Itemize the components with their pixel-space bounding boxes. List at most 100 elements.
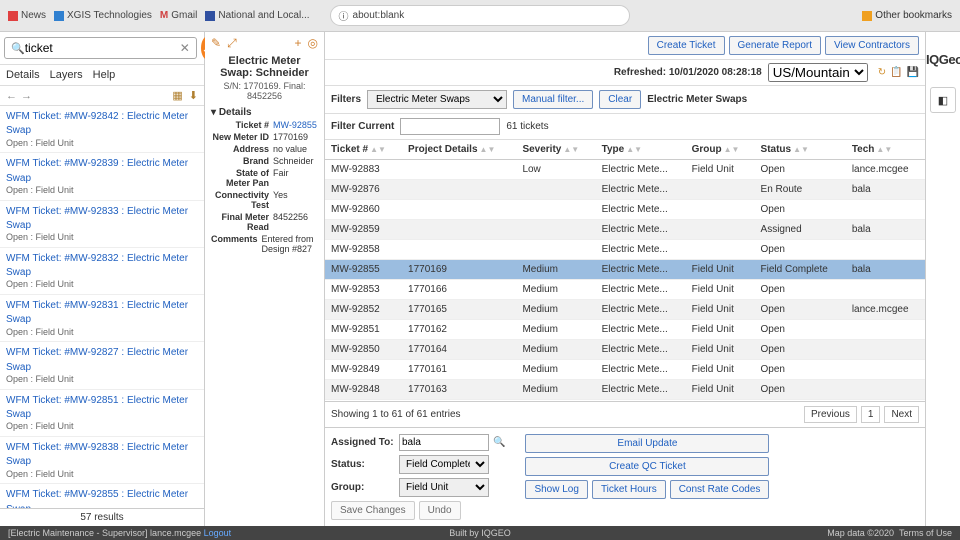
save-icon[interactable]: 💾	[907, 67, 919, 78]
search-result-item[interactable]: WFM Ticket: #MW-92838 : Electric Meter S…	[0, 437, 204, 484]
locate-icon[interactable]: ◎	[308, 36, 318, 51]
built-by: Built by IQGEO	[449, 528, 511, 538]
column-header[interactable]: Tech▲▼	[846, 140, 925, 160]
table-row[interactable]: MW-928481770163MediumElectric Mete...Fie…	[325, 380, 925, 400]
search-result-item[interactable]: WFM Ticket: #MW-92842 : Electric Meter S…	[0, 106, 204, 153]
search-result-item[interactable]: WFM Ticket: #MW-92827 : Electric Meter S…	[0, 342, 204, 389]
view-contractors-button[interactable]: View Contractors	[825, 36, 919, 55]
column-header[interactable]: Type▲▼	[596, 140, 686, 160]
map-data: Map data ©2020	[827, 528, 894, 538]
assign-panel: Assigned To: 🔍 Status: Field Complete Grou…	[325, 427, 925, 526]
terms-link[interactable]: Terms of Use	[899, 528, 952, 538]
search-result-item[interactable]: WFM Ticket: #MW-92839 : Electric Meter S…	[0, 153, 204, 200]
nav-prev-icon[interactable]: ←	[6, 90, 17, 102]
pager-prev[interactable]: Previous	[804, 406, 857, 423]
table-row[interactable]: MW-92883LowElectric Mete...Field UnitOpe…	[325, 160, 925, 180]
right-sidebar: IQGeo ◧	[925, 32, 960, 526]
details-panel: ✎ ⤢ + ◎ Electric Meter Swap: Schneider S…	[205, 32, 325, 526]
column-header[interactable]: Group▲▼	[686, 140, 755, 160]
pager-next[interactable]: Next	[884, 406, 919, 423]
email-update-button[interactable]: Email Update	[525, 434, 769, 453]
search-icon: 🔍	[11, 42, 25, 55]
grid-icon[interactable]: ▦	[172, 89, 182, 102]
table-row[interactable]: MW-928551770169MediumElectric Mete...Fie…	[325, 260, 925, 280]
detail-row: Final Meter Read8452256	[211, 212, 318, 232]
bookmark-other[interactable]: Other bookmarks	[862, 10, 952, 21]
table-row[interactable]: MW-92858Electric Mete...Open	[325, 240, 925, 260]
results-count: 57 results	[0, 508, 204, 526]
show-log-button[interactable]: Show Log	[525, 480, 587, 499]
group-label: Group:	[331, 482, 395, 493]
table-row[interactable]: MW-928501770164MediumElectric Mete...Fie…	[325, 340, 925, 360]
search-results: WFM Ticket: #MW-92842 : Electric Meter S…	[0, 106, 204, 508]
column-header[interactable]: Ticket #▲▼	[325, 140, 402, 160]
const-rate-button[interactable]: Const Rate Codes	[670, 480, 770, 499]
table-row[interactable]: MW-928531770166MediumElectric Mete...Fie…	[325, 280, 925, 300]
ticket-count: 61 tickets	[506, 121, 548, 132]
filter-select[interactable]: Electric Meter Swaps	[367, 90, 507, 109]
search-result-item[interactable]: WFM Ticket: #MW-92832 : Electric Meter S…	[0, 248, 204, 295]
timezone-select[interactable]: US/Mountain	[768, 63, 868, 82]
assigned-search-icon[interactable]: 🔍	[493, 437, 505, 448]
search-result-item[interactable]: WFM Ticket: #MW-92855 : Electric Meter S…	[0, 484, 204, 508]
column-header[interactable]: Project Details▲▼	[402, 140, 516, 160]
logout-link[interactable]: Logout	[204, 528, 232, 538]
column-header[interactable]: Status▲▼	[755, 140, 846, 160]
search-result-item[interactable]: WFM Ticket: #MW-92833 : Electric Meter S…	[0, 201, 204, 248]
generate-report-button[interactable]: Generate Report	[729, 36, 822, 55]
address-bar[interactable]: ⓘabout:blank	[330, 5, 630, 26]
detail-row: BrandSchneider	[211, 156, 318, 166]
user-role: [Electric Maintenance - Supervisor] lanc…	[8, 528, 204, 538]
tab-layers[interactable]: Layers	[50, 69, 83, 81]
create-ticket-button[interactable]: Create Ticket	[648, 36, 725, 55]
group-select[interactable]: Field Unit	[399, 478, 489, 497]
search-result-item[interactable]: WFM Ticket: #MW-92851 : Electric Meter S…	[0, 390, 204, 437]
assigned-to-input[interactable]	[399, 434, 489, 451]
table-row[interactable]: MW-928521770165MediumElectric Mete...Fie…	[325, 300, 925, 320]
clear-filter-button[interactable]: Clear	[599, 90, 641, 109]
add-icon[interactable]: +	[295, 36, 302, 51]
ticket-table-wrap: Ticket #▲▼Project Details▲▼Severity▲▼Typ…	[325, 140, 925, 401]
panel-tabs: Details Layers Help	[0, 65, 204, 86]
bookmark-national[interactable]: National and Local...	[205, 5, 309, 26]
status-label: Status:	[331, 459, 395, 470]
tab-details[interactable]: Details	[6, 69, 40, 81]
assigned-to-label: Assigned To:	[331, 437, 395, 448]
pager-page[interactable]: 1	[861, 406, 881, 423]
clear-search-icon[interactable]: ✕	[180, 41, 190, 55]
download-icon[interactable]: ⬇	[189, 89, 198, 102]
search-result-item[interactable]: WFM Ticket: #MW-92831 : Electric Meter S…	[0, 295, 204, 342]
table-info: Showing 1 to 61 of 61 entries	[331, 409, 461, 420]
save-changes-button[interactable]: Save Changes	[331, 501, 415, 520]
column-header[interactable]: Severity▲▼	[516, 140, 595, 160]
filter-current-label: Filter Current	[331, 121, 394, 132]
detail-row: State of Meter PanFair	[211, 168, 318, 188]
search-input[interactable]	[25, 41, 180, 55]
ticket-table: Ticket #▲▼Project Details▲▼Severity▲▼Typ…	[325, 140, 925, 401]
create-qc-button[interactable]: Create QC Ticket	[525, 457, 769, 476]
detail-row: Addressno value	[211, 144, 318, 154]
nav-next-icon[interactable]: →	[21, 90, 32, 102]
table-row[interactable]: MW-928491770161MediumElectric Mete...Fie…	[325, 360, 925, 380]
status-select[interactable]: Field Complete	[399, 455, 489, 474]
table-row[interactable]: MW-928511770162MediumElectric Mete...Fie…	[325, 320, 925, 340]
table-row[interactable]: MW-92860Electric Mete...Open	[325, 200, 925, 220]
tab-help[interactable]: Help	[93, 69, 116, 81]
table-row[interactable]: MW-92876Electric Mete...En Routebala	[325, 180, 925, 200]
detail-title: Electric Meter Swap: Schneider	[211, 55, 318, 79]
detail-section-header[interactable]: ▾ Details	[211, 107, 318, 118]
expand-icon[interactable]: ⤢	[227, 36, 237, 51]
undo-button[interactable]: Undo	[419, 501, 461, 520]
manual-filter-button[interactable]: Manual filter...	[513, 90, 593, 109]
bookmark-news[interactable]: News	[8, 5, 46, 26]
detail-row: Connectivity TestYes	[211, 190, 318, 210]
table-row[interactable]: MW-92859Electric Mete...Assignedbala	[325, 220, 925, 240]
bookmark-xgis[interactable]: XGIS Technologies	[54, 5, 152, 26]
filter-current-input[interactable]	[400, 118, 500, 135]
ticket-hours-button[interactable]: Ticket Hours	[592, 480, 666, 499]
calendar-icon[interactable]: 📋	[890, 67, 902, 78]
layers-icon[interactable]: ◧	[930, 87, 956, 113]
edit-icon[interactable]: ✎	[211, 36, 221, 51]
bookmark-gmail[interactable]: MGmail	[160, 5, 197, 26]
refresh-icon[interactable]: ↻	[878, 67, 886, 78]
